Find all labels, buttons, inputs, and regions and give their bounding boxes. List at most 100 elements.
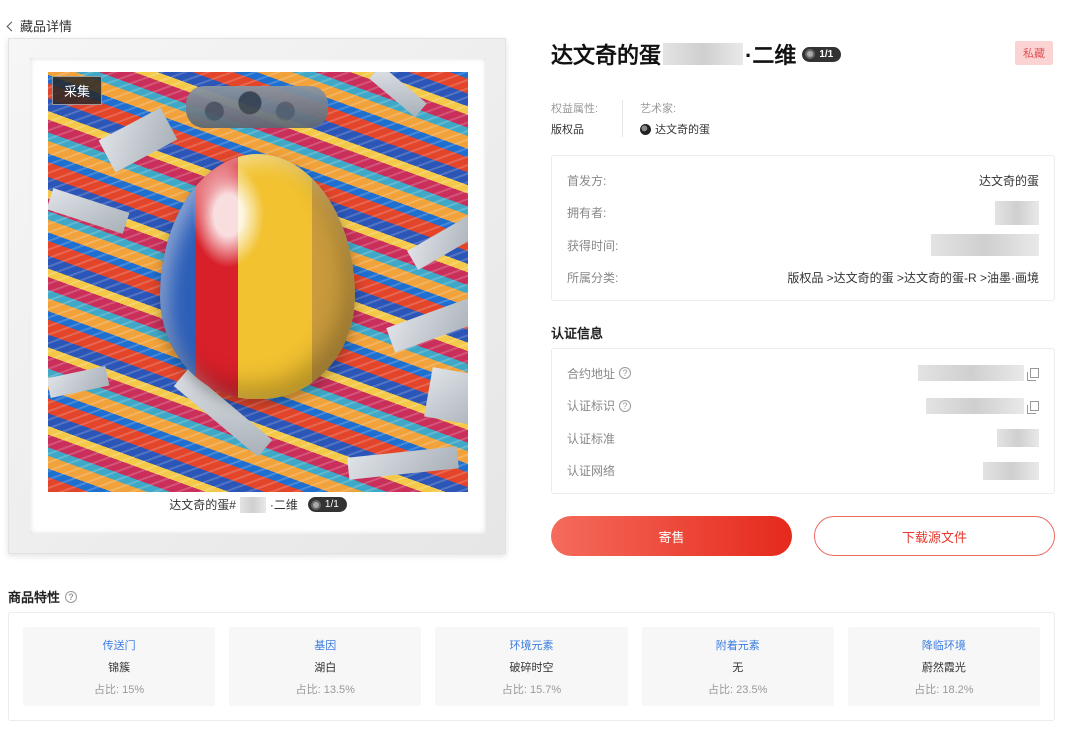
shard <box>407 215 468 271</box>
flower-ornament <box>186 86 328 128</box>
features-panel: 传送门 锦簇 占比: 15% 基因 湖白 占比: 13.5% 环境元素 破碎时空… <box>8 612 1055 721</box>
feature-card: 环境元素 破碎时空 占比: 15.7% <box>435 627 628 706</box>
shard <box>98 107 178 173</box>
info-label: 拥有者: <box>567 206 607 221</box>
help-icon[interactable]: ? <box>619 399 632 412</box>
cert-section-title: 认证信息 <box>551 326 604 341</box>
info-value <box>931 234 1039 257</box>
artist-link[interactable]: 达文奇的蛋 <box>640 121 710 137</box>
copy-icon[interactable] <box>1027 400 1039 414</box>
shard <box>48 188 130 234</box>
copy-icon[interactable] <box>1027 368 1039 382</box>
cert-value <box>997 429 1039 448</box>
back-link[interactable]: 藏品详情 <box>6 16 73 35</box>
cert-label: 合约地址 ? <box>567 365 632 382</box>
caption-suffix: ·二维 <box>269 498 298 512</box>
redacted-number <box>239 496 266 513</box>
download-source-button[interactable]: 下载源文件 <box>814 516 1055 556</box>
help-icon[interactable]: ? <box>65 590 78 603</box>
rights-attr: 权益属性: 版权品 <box>551 100 598 137</box>
feature-name: 基因 <box>314 639 337 652</box>
edition-icon <box>310 499 321 510</box>
title-suffix: ·二维 <box>745 43 797 68</box>
redacted-number <box>663 43 744 65</box>
shard <box>369 72 427 118</box>
artwork-image[interactable]: 采集 <box>48 72 468 492</box>
cert-label: 认证网络 <box>567 464 616 479</box>
caption-prefix: 达文奇的蛋# <box>169 498 236 512</box>
feature-name: 传送门 <box>102 639 136 652</box>
info-value <box>995 200 1039 225</box>
feature-name: 降临环境 <box>921 639 966 652</box>
artwork-mat: 采集 达文奇的蛋# ·二维 1/1 <box>30 58 486 534</box>
cert-row-id: 认证标识 ? <box>552 390 1054 423</box>
status-badge: 私藏 <box>1015 41 1053 65</box>
help-icon[interactable]: ? <box>619 367 632 380</box>
feature-ratio: 占比: 15% <box>94 683 145 696</box>
shard <box>48 365 110 399</box>
cert-label-text: 合约地址 <box>567 366 616 381</box>
cert-value <box>926 397 1039 414</box>
redacted-value <box>983 461 1039 480</box>
feature-card: 降临环境 蔚然霞光 占比: 18.2% <box>847 627 1041 706</box>
collect-badge: 采集 <box>52 76 103 105</box>
info-card: 首发方: 达文奇的蛋 拥有者: 获得时间: 所属分类: 版权品 >达文奇的蛋 >… <box>551 155 1055 301</box>
feature-value: 蔚然霞光 <box>921 661 966 674</box>
feature-value: 锦簇 <box>108 661 131 674</box>
artist-label: 艺术家: <box>640 103 677 115</box>
feature-ratio: 占比: 15.7% <box>501 683 562 696</box>
title-prefix: 达文奇的蛋 <box>551 43 662 68</box>
cert-value <box>918 365 1039 382</box>
info-row-issuer: 首发方: 达文奇的蛋 <box>552 164 1054 197</box>
rights-value: 版权品 <box>551 124 584 136</box>
features-title-text: 商品特性 <box>8 590 61 605</box>
info-label: 获得时间: <box>567 238 619 253</box>
shard <box>386 297 468 353</box>
cert-row-standard: 认证标准 <box>552 422 1054 455</box>
features-title: 商品特性 ? <box>8 587 78 606</box>
feature-card: 附着元素 无 占比: 23.5% <box>641 627 834 706</box>
info-label: 首发方: <box>567 173 607 188</box>
item-title: 达文奇的蛋 ·二维 1/1 <box>551 38 842 70</box>
artist-attr: 艺术家: 达文奇的蛋 <box>622 100 710 137</box>
feature-ratio: 占比: 23.5% <box>708 683 768 696</box>
feature-ratio: 占比: 18.2% <box>914 683 974 696</box>
artwork-frame: 采集 达文奇的蛋# ·二维 1/1 <box>8 38 506 554</box>
edition-text: 1/1 <box>819 48 834 60</box>
cert-label: 认证标识 ? <box>567 397 632 414</box>
redacted-value <box>918 365 1024 382</box>
page-title: 藏品详情 <box>20 19 73 34</box>
feature-card: 传送门 锦簇 占比: 15% <box>23 627 216 706</box>
redacted-value <box>995 200 1039 225</box>
consign-button[interactable]: 寄售 <box>551 516 792 556</box>
feature-value: 无 <box>732 661 744 674</box>
shard <box>347 446 459 480</box>
feature-card: 基因 湖白 占比: 13.5% <box>229 627 422 706</box>
edition-text: 1/1 <box>324 499 339 510</box>
redacted-value <box>926 397 1024 414</box>
info-value: 版权品 >达文奇的蛋 >达文奇的蛋-R >油墨·画境 <box>787 271 1039 286</box>
cert-row-network: 认证网络 <box>552 455 1054 488</box>
cert-label-text: 认证标识 <box>567 399 616 414</box>
artwork-caption: 达文奇的蛋# ·二维 1/1 <box>30 496 486 513</box>
info-label: 所属分类: <box>567 271 619 286</box>
cert-value <box>983 461 1039 480</box>
rights-label: 权益属性: <box>551 103 599 115</box>
feature-name: 附着元素 <box>715 639 760 652</box>
artist-avatar <box>640 123 652 135</box>
feature-ratio: 占比: 13.5% <box>295 683 355 696</box>
chevron-left-icon <box>6 21 17 31</box>
info-value: 达文奇的蛋 <box>978 173 1039 188</box>
shard <box>424 367 468 427</box>
artist-name: 达文奇的蛋 <box>655 124 711 136</box>
info-row-acquired: 获得时间: <box>552 229 1054 262</box>
info-row-category: 所属分类: 版权品 >达文奇的蛋 >达文奇的蛋-R >油墨·画境 <box>552 262 1054 295</box>
egg-figure <box>160 154 355 399</box>
feature-value: 湖白 <box>314 661 337 674</box>
edition-badge: 1/1 <box>802 46 842 62</box>
cert-label: 认证标准 <box>567 431 616 446</box>
edition-badge: 1/1 <box>307 497 347 512</box>
cert-row-contract: 合约地址 ? <box>552 357 1054 390</box>
edition-icon <box>805 49 816 59</box>
feature-name: 环境元素 <box>509 639 554 652</box>
